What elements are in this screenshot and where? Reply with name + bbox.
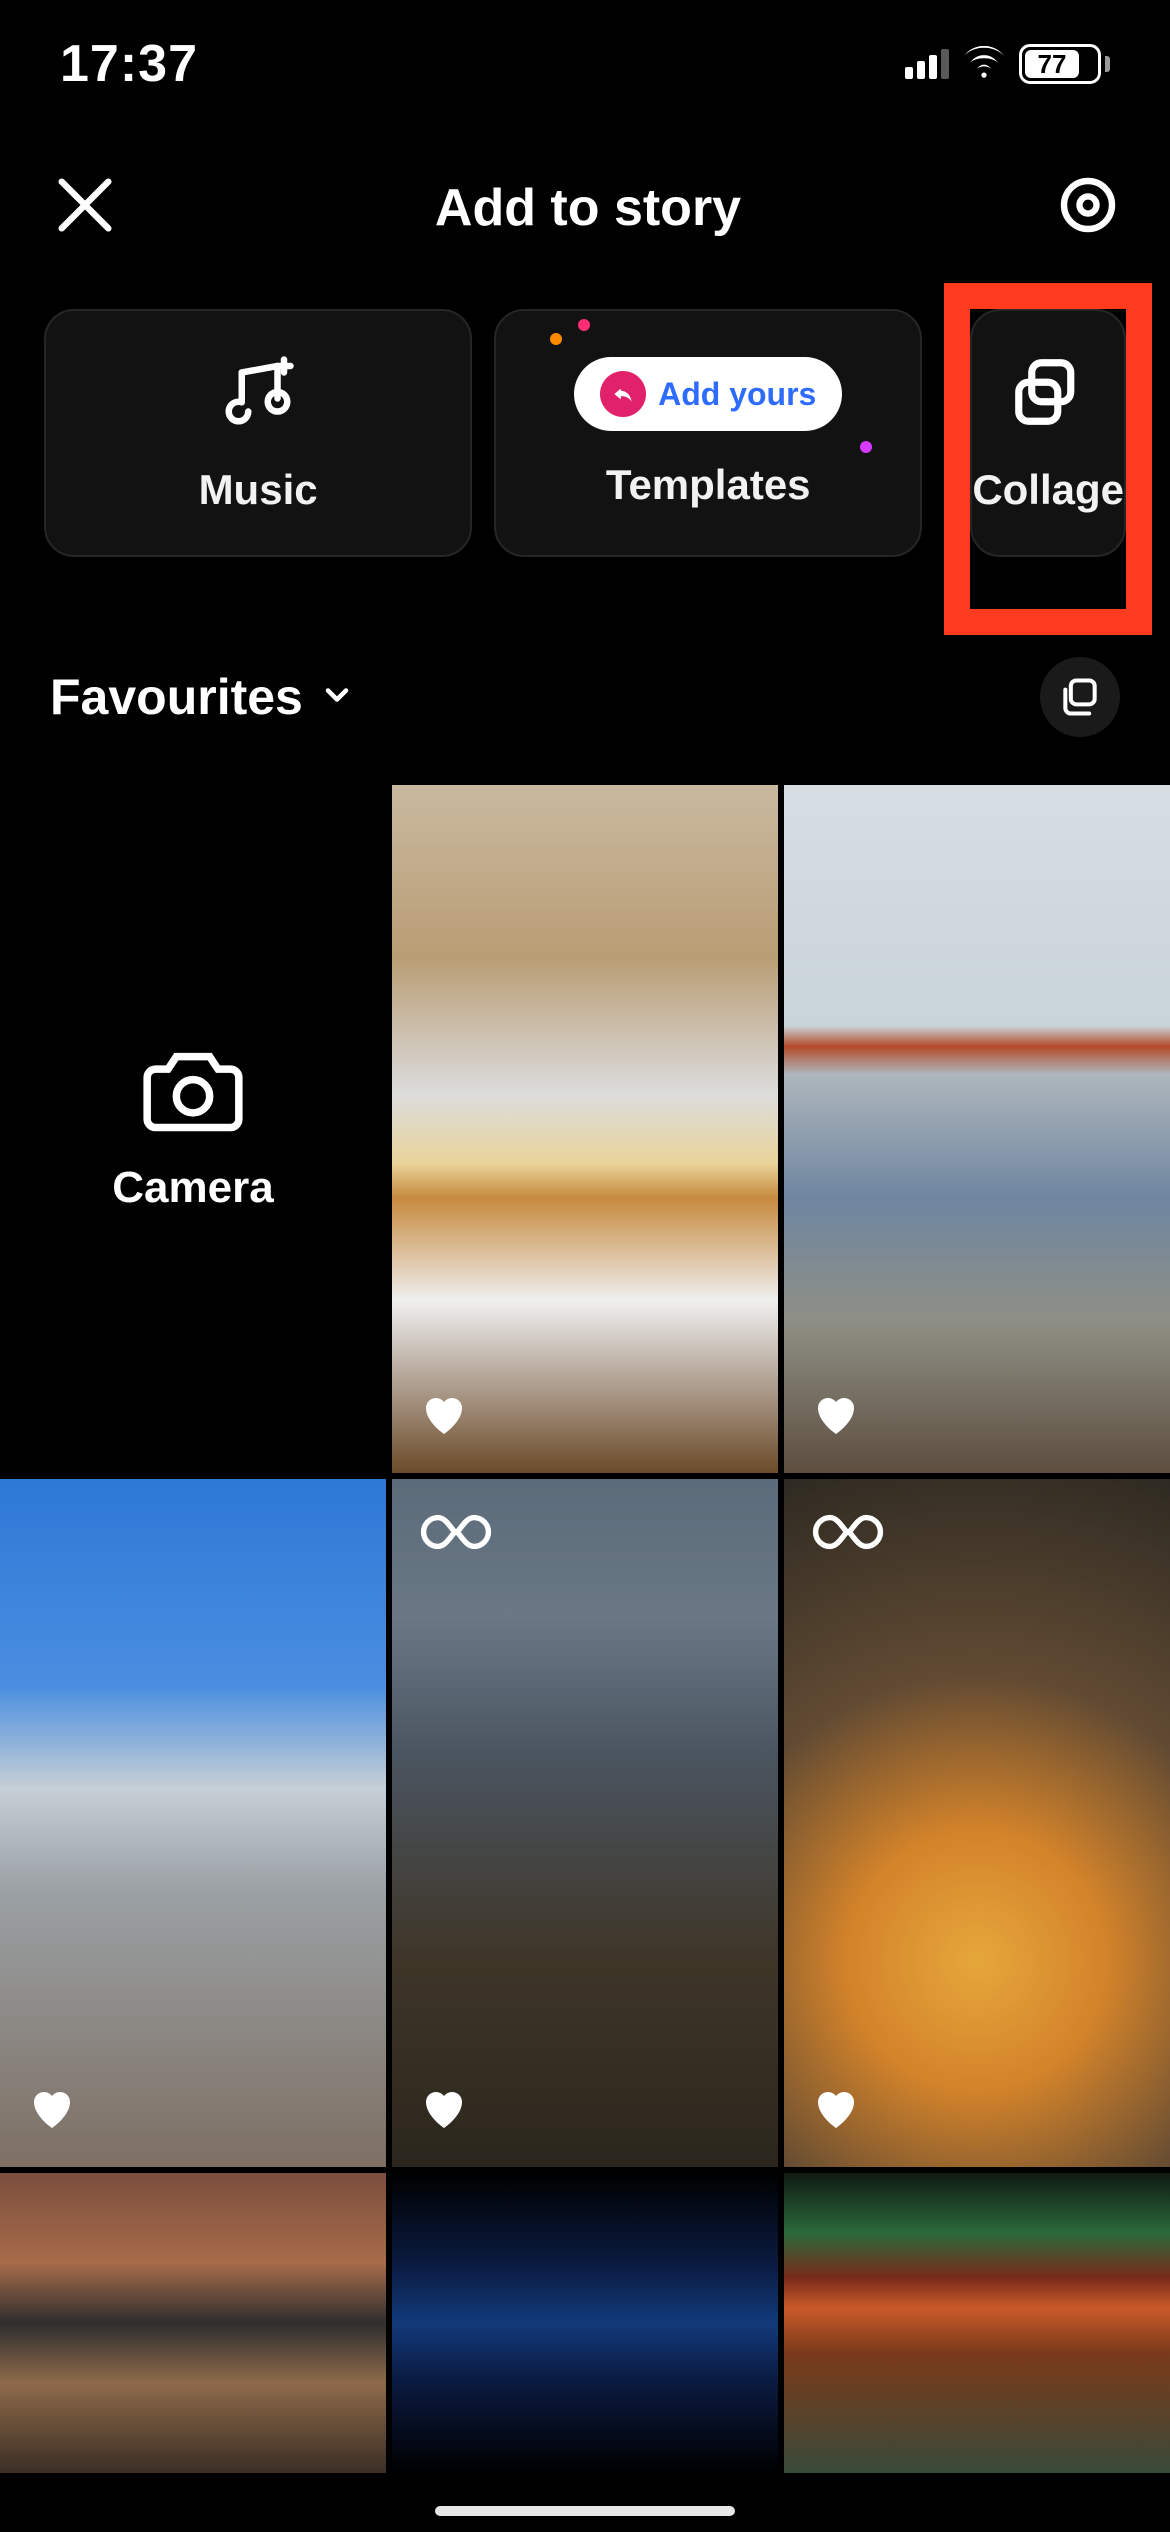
photo-tile[interactable] — [392, 2173, 778, 2473]
status-time: 17:37 — [60, 34, 198, 94]
story-options-row: Music Add yours Templates Collage — [0, 309, 1170, 557]
status-icons: 77 — [905, 44, 1110, 84]
templates-card[interactable]: Add yours Templates — [494, 309, 922, 557]
photo-tile[interactable] — [392, 785, 778, 1473]
photo-tile[interactable] — [784, 1479, 1170, 2167]
battery-icon: 77 — [1019, 44, 1110, 84]
album-label: Favourites — [50, 668, 303, 726]
music-card[interactable]: Music — [44, 309, 472, 557]
camera-icon — [143, 1045, 243, 1135]
album-selector-row: Favourites — [0, 657, 1170, 737]
photo-tile[interactable] — [392, 1479, 778, 2167]
chevron-down-icon — [319, 677, 355, 718]
battery-percent: 77 — [1037, 49, 1066, 80]
boomerang-icon — [812, 1507, 884, 1562]
add-yours-label: Add yours — [658, 376, 816, 413]
multi-select-button[interactable] — [1040, 657, 1120, 737]
camera-tile[interactable]: Camera — [0, 785, 386, 1473]
add-yours-pill: Add yours — [574, 357, 842, 431]
cellular-signal-icon — [905, 49, 949, 79]
music-icon — [219, 353, 297, 436]
heart-icon — [420, 2086, 468, 2135]
boomerang-icon — [420, 1507, 492, 1562]
heart-icon — [420, 1392, 468, 1441]
collage-card[interactable]: Collage — [970, 309, 1126, 557]
gear-icon[interactable] — [1056, 173, 1120, 242]
header: Add to story — [0, 120, 1170, 285]
reply-icon — [600, 371, 646, 417]
camera-label: Camera — [112, 1163, 273, 1213]
media-grid: Camera — [0, 785, 1170, 2473]
photo-tile[interactable] — [784, 2173, 1170, 2473]
collage-highlight: Collage — [944, 283, 1152, 635]
collage-icon — [1009, 353, 1087, 436]
templates-label: Templates — [606, 461, 811, 509]
music-label: Music — [199, 466, 318, 514]
heart-icon — [812, 2086, 860, 2135]
photo-tile[interactable] — [0, 2173, 386, 2473]
wifi-icon — [963, 46, 1005, 83]
album-dropdown[interactable]: Favourites — [50, 668, 355, 726]
collage-label: Collage — [972, 466, 1124, 514]
close-icon[interactable] — [50, 170, 120, 245]
heart-icon — [812, 1392, 860, 1441]
home-indicator[interactable] — [435, 2506, 735, 2516]
photo-tile[interactable] — [784, 785, 1170, 1473]
page-title: Add to story — [435, 178, 741, 238]
status-bar: 17:37 77 — [0, 0, 1170, 120]
heart-icon — [28, 2086, 76, 2135]
photo-tile[interactable] — [0, 1479, 386, 2167]
